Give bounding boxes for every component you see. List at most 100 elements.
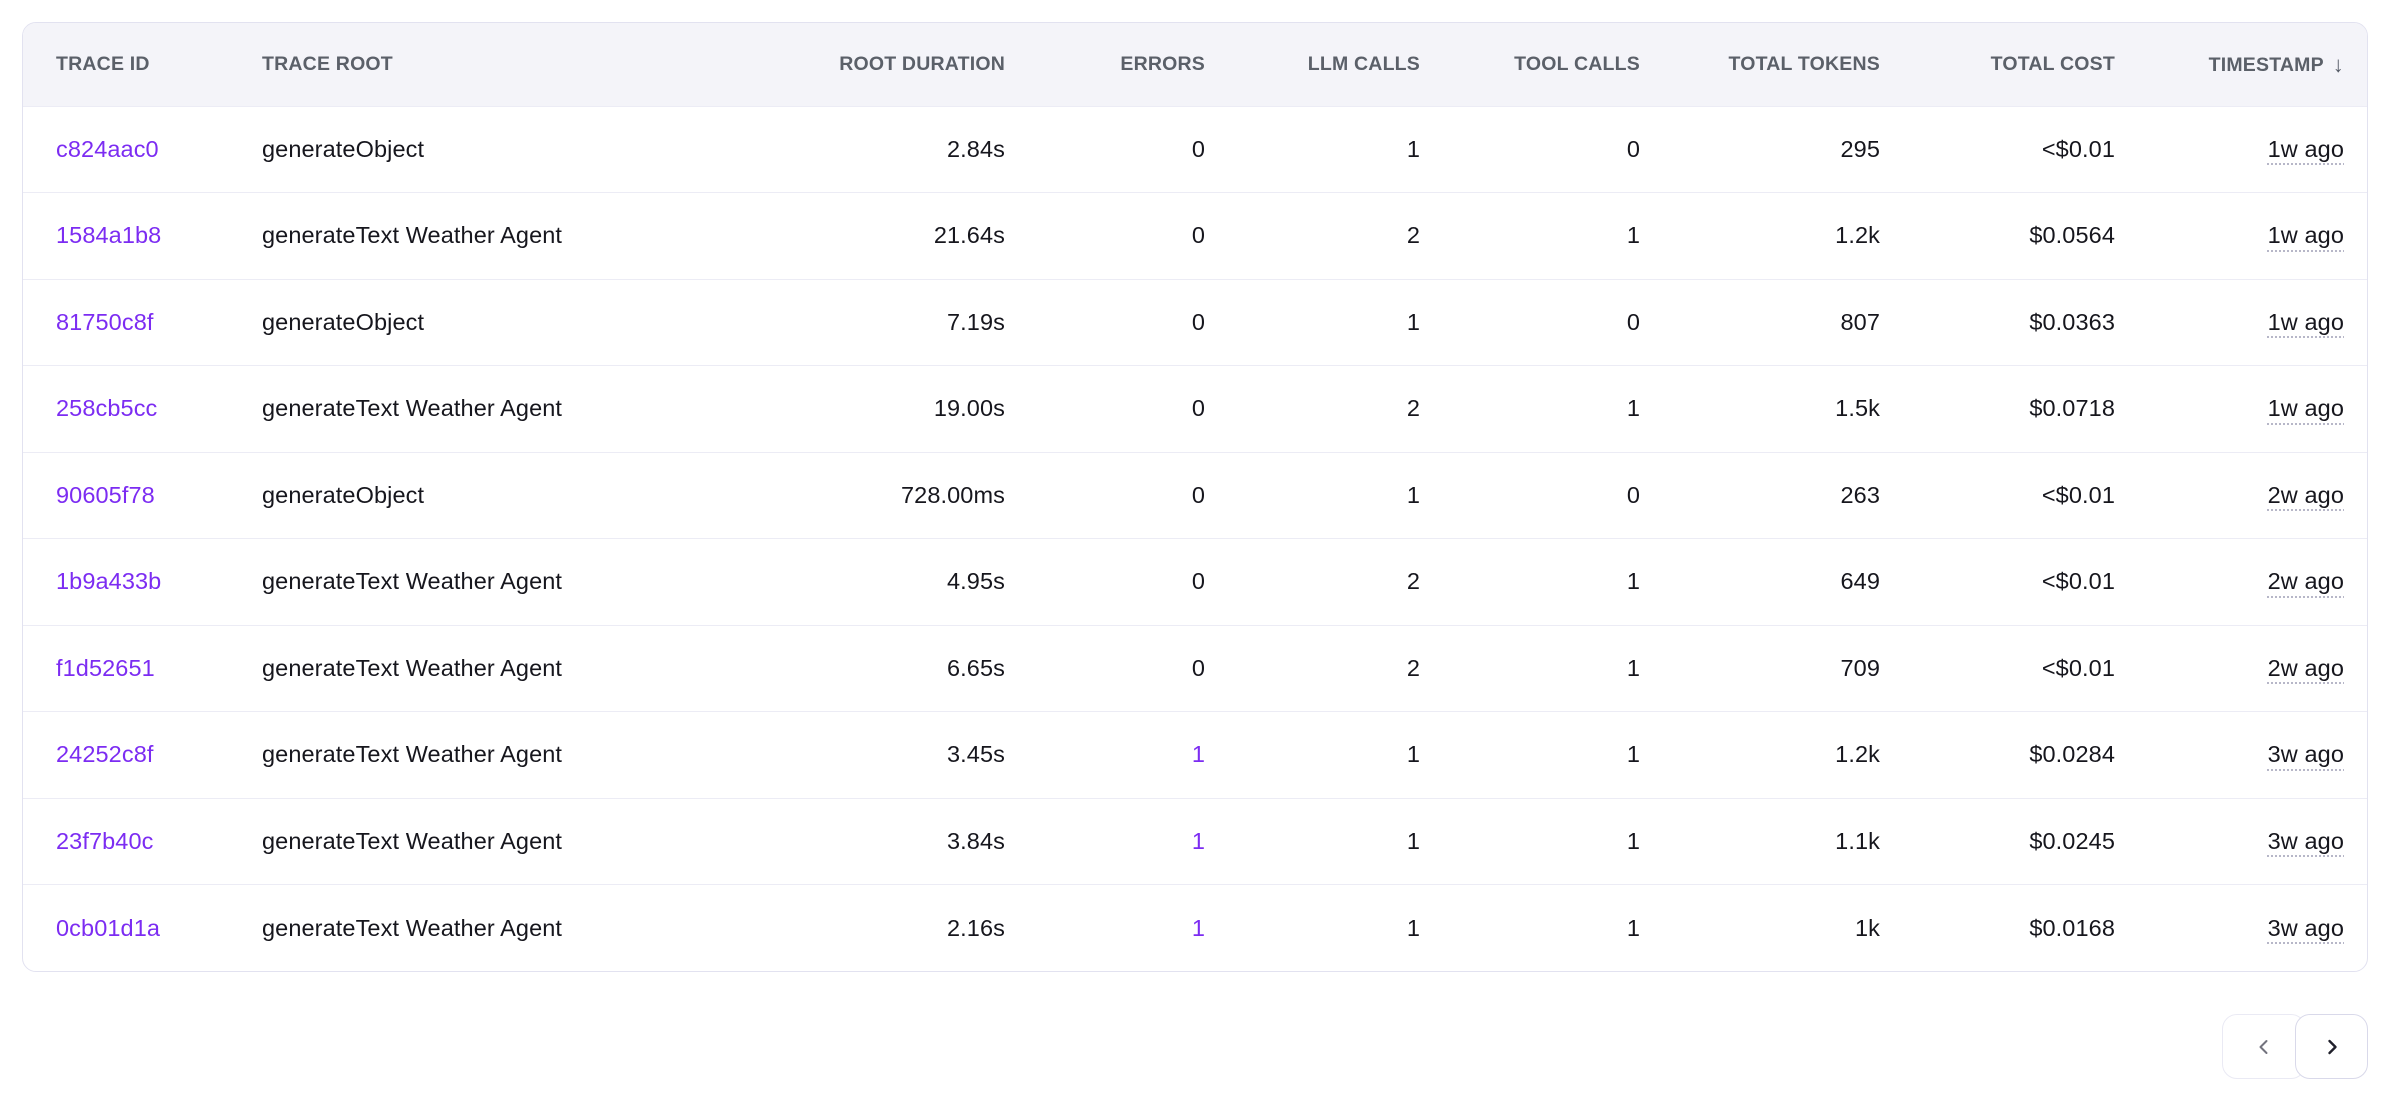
column-header-label: ROOT DURATION <box>839 53 1005 75</box>
trace-id-link[interactable]: c824aac0 <box>56 136 159 162</box>
cell-value: 1.2k <box>1835 741 1880 767</box>
column-header-tool_calls[interactable]: TOOL CALLS <box>1426 23 1646 106</box>
cell-value: 1 <box>1407 828 1420 854</box>
cell-value: <$0.01 <box>2042 655 2115 681</box>
cell-tool_calls: 1 <box>1426 798 1646 885</box>
column-header-errors[interactable]: ERRORS <box>1011 23 1211 106</box>
cell-timestamp: 3w ago <box>2121 798 2368 885</box>
cell-llm_calls: 1 <box>1211 712 1426 799</box>
timestamp-value: 2w ago <box>2268 568 2344 594</box>
cell-llm_calls: 1 <box>1211 452 1426 539</box>
cell-root_duration: 2.84s <box>761 106 1011 193</box>
cell-trace_id[interactable]: c824aac0 <box>23 106 256 193</box>
column-header-label: TIMESTAMP <box>2209 54 2324 76</box>
cell-total_cost: $0.0284 <box>1886 712 2121 799</box>
cell-llm_calls: 1 <box>1211 279 1426 366</box>
cell-value: 1 <box>1627 395 1640 421</box>
cell-root_duration: 7.19s <box>761 279 1011 366</box>
column-header-total_tokens[interactable]: TOTAL TOKENS <box>1646 23 1886 106</box>
table-header-row: TRACE ID TRACE ROOT ROOT DURATION ERRORS LLM… <box>23 23 2368 106</box>
cell-value: 2 <box>1407 395 1420 421</box>
cell-value: 1 <box>1407 482 1420 508</box>
cell-value: 263 <box>1840 482 1880 508</box>
trace-id-link[interactable]: 0cb01d1a <box>56 915 160 941</box>
cell-root_duration: 3.45s <box>761 712 1011 799</box>
timestamp-value: 1w ago <box>2268 136 2344 162</box>
trace-id-link[interactable]: 90605f78 <box>56 482 155 508</box>
traces-table-card: TRACE ID TRACE ROOT ROOT DURATION ERRORS LLM… <box>22 22 2368 972</box>
cell-trace_id[interactable]: 23f7b40c <box>23 798 256 885</box>
cell-trace_root: generateObject <box>256 279 761 366</box>
pagination <box>22 1014 2368 1079</box>
cell-total_cost: <$0.01 <box>1886 106 2121 193</box>
cell-llm_calls: 2 <box>1211 366 1426 453</box>
previous-page-button[interactable] <box>2222 1014 2306 1079</box>
trace-id-link[interactable]: 1584a1b8 <box>56 222 161 248</box>
next-page-button[interactable] <box>2295 1014 2368 1079</box>
timestamp-value: 3w ago <box>2268 828 2344 854</box>
cell-trace_id[interactable]: 0cb01d1a <box>23 885 256 972</box>
cell-total_cost: $0.0363 <box>1886 279 2121 366</box>
cell-value: 709 <box>1840 655 1880 681</box>
cell-value: $0.0564 <box>2029 222 2115 248</box>
cell-value: 0 <box>1192 568 1205 594</box>
cell-value: 807 <box>1840 309 1880 335</box>
traces-page: TRACE ID TRACE ROOT ROOT DURATION ERRORS LLM… <box>0 0 2390 1101</box>
cell-total_tokens: 709 <box>1646 625 1886 712</box>
trace-id-link[interactable]: 258cb5cc <box>56 395 157 421</box>
cell-tool_calls: 1 <box>1426 885 1646 972</box>
trace-id-link[interactable]: 1b9a433b <box>56 568 161 594</box>
cell-trace_id[interactable]: 258cb5cc <box>23 366 256 453</box>
table-row: 81750c8fgenerateObject7.19s010807$0.0363… <box>23 279 2368 366</box>
cell-total_tokens: 1.2k <box>1646 712 1886 799</box>
cell-value: 4.95s <box>947 568 1005 594</box>
cell-llm_calls: 2 <box>1211 539 1426 626</box>
cell-total_tokens: 807 <box>1646 279 1886 366</box>
cell-total_cost: <$0.01 <box>1886 625 2121 712</box>
trace-id-link[interactable]: f1d52651 <box>56 655 155 681</box>
cell-value: 1 <box>1407 741 1420 767</box>
chevron-right-icon <box>2320 1035 2344 1059</box>
column-header-trace_id[interactable]: TRACE ID <box>23 23 256 106</box>
cell-trace_id[interactable]: 90605f78 <box>23 452 256 539</box>
cell-value: 728.00ms <box>901 482 1005 508</box>
trace-id-link[interactable]: 23f7b40c <box>56 828 154 854</box>
cell-value: 649 <box>1840 568 1880 594</box>
cell-value: generateText Weather Agent <box>262 655 562 681</box>
timestamp-value: 1w ago <box>2268 222 2344 248</box>
cell-total_tokens: 1.1k <box>1646 798 1886 885</box>
cell-trace_id[interactable]: 1b9a433b <box>23 539 256 626</box>
cell-trace_id[interactable]: f1d52651 <box>23 625 256 712</box>
column-header-llm_calls[interactable]: LLM CALLS <box>1211 23 1426 106</box>
timestamp-value: 2w ago <box>2268 482 2344 508</box>
cell-total_cost: $0.0564 <box>1886 193 2121 280</box>
cell-trace_id[interactable]: 81750c8f <box>23 279 256 366</box>
cell-timestamp: 1w ago <box>2121 366 2368 453</box>
trace-id-link[interactable]: 81750c8f <box>56 309 154 335</box>
column-header-total_cost[interactable]: TOTAL COST <box>1886 23 2121 106</box>
column-header-timestamp[interactable]: TIMESTAMP↓ <box>2121 23 2368 106</box>
trace-id-link[interactable]: 24252c8f <box>56 741 154 767</box>
cell-value: $0.0284 <box>2029 741 2115 767</box>
cell-tool_calls: 1 <box>1426 193 1646 280</box>
cell-value: 1 <box>1627 222 1640 248</box>
cell-errors: 1 <box>1011 798 1211 885</box>
cell-timestamp: 3w ago <box>2121 712 2368 799</box>
column-header-label: TOTAL TOKENS <box>1728 53 1880 75</box>
cell-trace_root: generateText Weather Agent <box>256 798 761 885</box>
cell-value: 3.84s <box>947 828 1005 854</box>
cell-total_cost: $0.0718 <box>1886 366 2121 453</box>
table-row: 0cb01d1agenerateText Weather Agent2.16s1… <box>23 885 2368 972</box>
column-header-label: LLM CALLS <box>1308 53 1420 75</box>
column-header-label: TRACE ROOT <box>262 53 393 75</box>
cell-value: $0.0363 <box>2029 309 2115 335</box>
cell-value: 2.16s <box>947 915 1005 941</box>
column-header-trace_root[interactable]: TRACE ROOT <box>256 23 761 106</box>
cell-trace_id[interactable]: 24252c8f <box>23 712 256 799</box>
timestamp-value: 2w ago <box>2268 655 2344 681</box>
column-header-root_duration[interactable]: ROOT DURATION <box>761 23 1011 106</box>
cell-value: 0 <box>1627 136 1640 162</box>
cell-timestamp: 2w ago <box>2121 539 2368 626</box>
cell-root_duration: 21.64s <box>761 193 1011 280</box>
cell-trace_id[interactable]: 1584a1b8 <box>23 193 256 280</box>
